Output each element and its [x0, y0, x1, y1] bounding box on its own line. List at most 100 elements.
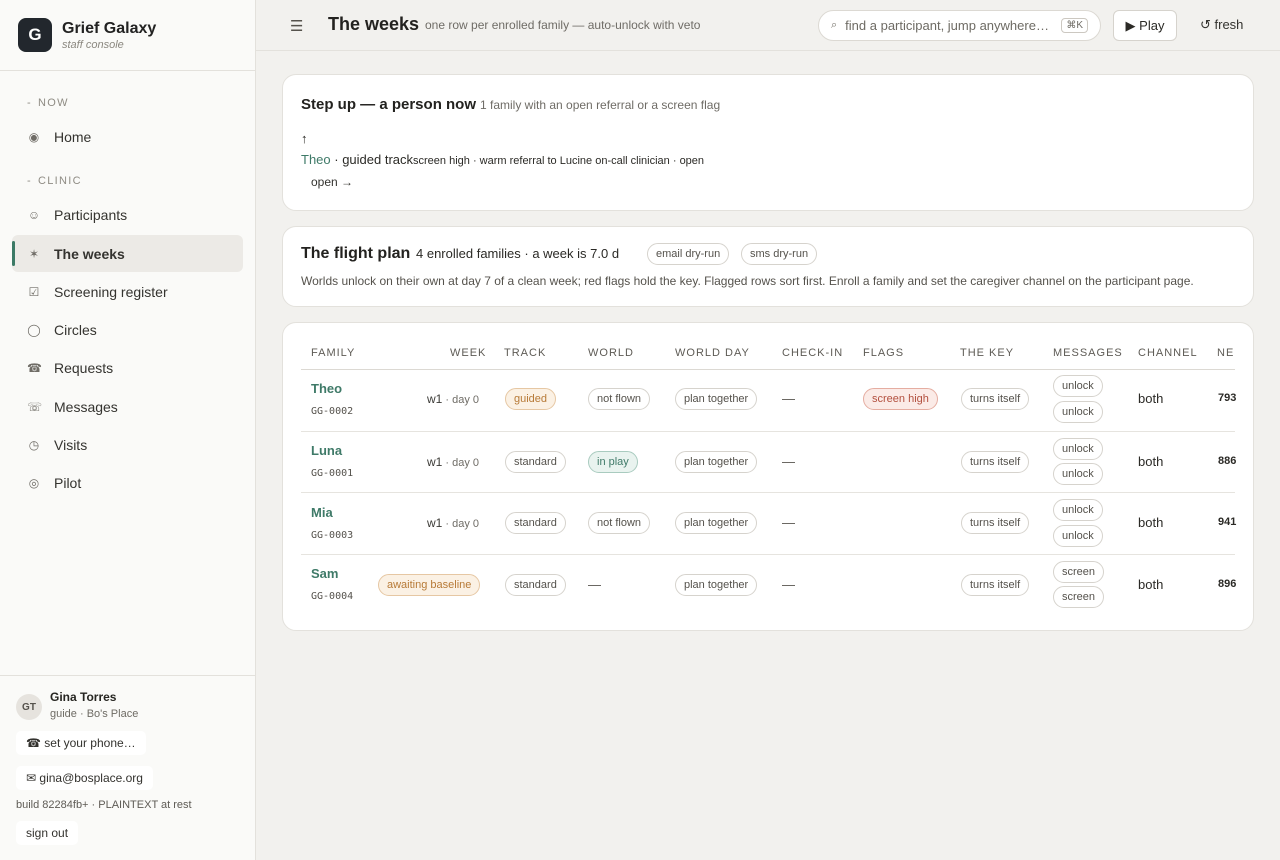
table-row[interactable]: Theo GG-0002 w1 · day 0 guided not flown…: [301, 369, 1236, 431]
avatar: GT: [16, 694, 42, 720]
nav-item-the-weeks[interactable]: ✶ The weeks: [12, 235, 243, 272]
track-badge: standard: [505, 512, 566, 534]
column-header-track[interactable]: TRACK: [504, 347, 546, 359]
message-badge: unlock: [1053, 375, 1103, 397]
flag-badge: screen high: [863, 388, 938, 410]
nav-section-clinic: - CLINIC: [27, 175, 82, 187]
check-in-cell: —: [782, 454, 795, 469]
next-cell: 896: [1218, 578, 1237, 590]
family-name-link[interactable]: Luna: [311, 443, 342, 458]
step-up-title: Step up — a person now: [301, 96, 477, 113]
column-header-flags[interactable]: FLAGS: [863, 347, 904, 359]
family-id: GG-0004: [311, 591, 354, 602]
column-header-world-day[interactable]: WORLD DAY: [675, 347, 750, 359]
channel-cell: both: [1138, 577, 1164, 592]
sign-out-button[interactable]: sign out: [16, 821, 79, 845]
family-name-link[interactable]: Sam: [311, 566, 338, 581]
nav-item-requests[interactable]: ☎ Requests: [12, 349, 243, 386]
world-badge: in play: [588, 451, 638, 473]
key-badge[interactable]: turns itself: [961, 512, 1030, 534]
column-header-check-in[interactable]: CHECK-IN: [782, 347, 843, 359]
search-icon: ⌕: [831, 19, 838, 31]
step-up-track: · guided track: [330, 152, 414, 167]
channel-cell: both: [1138, 454, 1164, 469]
play-button[interactable]: ▶ Play: [1113, 10, 1177, 41]
next-cell: 941: [1218, 516, 1237, 528]
track-badge: standard: [505, 451, 566, 473]
column-header-week[interactable]: WEEK: [450, 347, 486, 359]
shortcut-badge: ⌘K: [1061, 18, 1088, 33]
user-role: guide · Bo's Place: [50, 708, 139, 720]
nav-label: Pilot: [54, 474, 82, 491]
weeks-table: FAMILY WEEK TRACK WORLD WORLD DAY CHECK-…: [282, 322, 1254, 631]
brand[interactable]: G Grief Galaxy staff console: [0, 0, 255, 71]
table-row[interactable]: Mia GG-0003 w1 · day 0 standard not flow…: [301, 492, 1237, 554]
family-name-link[interactable]: Mia: [311, 505, 333, 520]
circle-icon: ◯: [27, 322, 41, 337]
page-subtitle: one row per enrolled family — auto-unloc…: [425, 18, 701, 32]
world-day-badge: plan together: [675, 512, 758, 534]
flight-plan-summary: 4 enrolled families · a week is 7.0 d: [416, 246, 620, 261]
week-cell: w1 · day 0: [427, 516, 480, 530]
brand-subtitle: staff console: [62, 38, 124, 51]
message-badge: screen: [1053, 586, 1105, 608]
search-placeholder: find a participant, jump anywhere…: [845, 18, 1049, 33]
family-id: GG-0002: [311, 406, 354, 417]
step-up-family-link[interactable]: Theo: [301, 152, 331, 167]
nav-item-pilot[interactable]: ◎ Pilot: [12, 464, 243, 501]
column-header-the-key[interactable]: THE KEY: [960, 347, 1014, 359]
set-phone-button[interactable]: ☎ set your phone…: [16, 731, 146, 755]
nav-item-circles[interactable]: ◯ Circles: [12, 311, 243, 348]
table-row[interactable]: Luna GG-0001 w1 · day 0 standard in play…: [301, 431, 1236, 493]
flight-plan-note: Worlds unlock on their own at day 7 of a…: [301, 274, 1194, 288]
world-day-badge: plan together: [675, 451, 758, 473]
clock-icon: ◷: [28, 437, 40, 452]
nav-label: Participants: [54, 206, 128, 223]
nav-section-now: - NOW: [27, 97, 69, 109]
menu-icon[interactable]: ☰: [290, 17, 303, 35]
nav-item-participants[interactable]: ☺ Participants: [12, 196, 243, 233]
step-up-detail: screen high · warm referral to Lucine on…: [413, 155, 705, 167]
brand-logo-icon: G: [18, 18, 52, 52]
check-in-cell: —: [782, 391, 795, 406]
column-header-world[interactable]: WORLD: [588, 347, 634, 359]
search-input[interactable]: ⌕ find a participant, jump anywhere… ⌘K: [818, 10, 1101, 41]
week-cell: w1 · day 0: [427, 392, 480, 406]
phone-icon: ☎: [27, 360, 42, 375]
message-badge: unlock: [1053, 499, 1103, 521]
track-badge: standard: [505, 574, 566, 596]
world-badge: not flown: [588, 512, 651, 534]
column-header-channel[interactable]: CHANNEL: [1138, 347, 1198, 359]
sms-dry-run-badge: sms dry-run: [741, 243, 818, 265]
step-up-card: Step up — a person now 1 family with an …: [282, 74, 1254, 211]
key-badge[interactable]: turns itself: [961, 451, 1030, 473]
brand-name: Grief Galaxy: [62, 19, 157, 37]
family-id: GG-0003: [311, 530, 354, 541]
step-up-subtitle: 1 family with an open referral or a scre…: [480, 98, 721, 112]
nav-label: The weeks: [54, 245, 125, 262]
nav-item-messages[interactable]: ☏ Messages: [12, 388, 243, 425]
email-button[interactable]: ✉ gina@bosplace.org: [16, 766, 153, 790]
message-badge: unlock: [1053, 463, 1103, 485]
awaiting-baseline-badge: awaiting baseline: [378, 574, 481, 596]
flight-plan-card: The flight plan 4 enrolled families · a …: [282, 226, 1254, 307]
world-day-badge: plan together: [675, 574, 758, 596]
table-row[interactable]: Sam GG-0004 awaiting baseline standard —…: [301, 554, 1237, 616]
family-id: GG-0001: [311, 468, 354, 479]
world-cell: —: [588, 577, 601, 592]
nav-item-screening-register[interactable]: ☑ Screening register: [12, 273, 243, 310]
open-button[interactable]: open →: [311, 175, 353, 189]
nav-label: Screening register: [54, 283, 168, 300]
world-day-badge: plan together: [675, 388, 758, 410]
key-badge[interactable]: turns itself: [961, 388, 1030, 410]
column-header-next[interactable]: NE: [1217, 347, 1234, 359]
fresh-button[interactable]: ↺ fresh: [1200, 17, 1243, 33]
column-header-family[interactable]: FAMILY: [311, 347, 355, 359]
nav-label: Requests: [54, 359, 114, 376]
family-name-link[interactable]: Theo: [311, 381, 342, 396]
email-dry-run-badge: email dry-run: [647, 243, 730, 265]
key-badge[interactable]: turns itself: [961, 574, 1030, 596]
column-header-messages[interactable]: MESSAGES: [1053, 347, 1123, 359]
nav-item-home[interactable]: ◉ Home: [12, 118, 243, 155]
nav-item-visits[interactable]: ◷ Visits: [12, 426, 243, 463]
